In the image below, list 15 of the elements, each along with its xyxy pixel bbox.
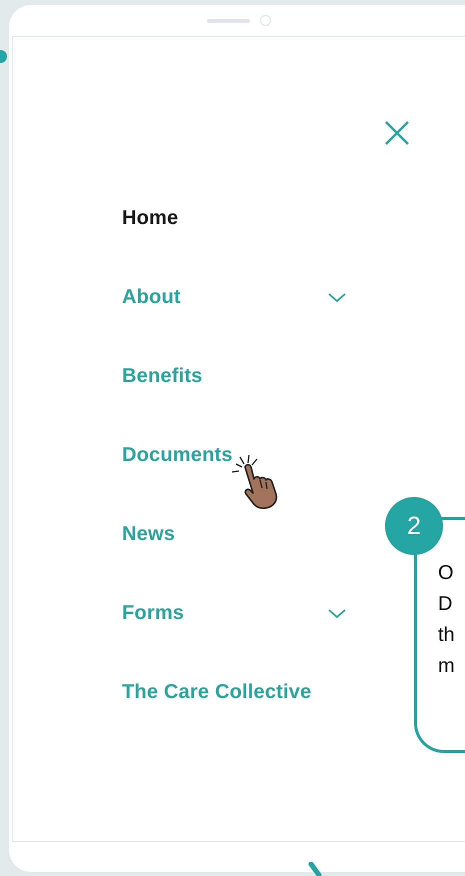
callout-text: O: [438, 561, 455, 586]
menu-link[interactable]: Documents: [122, 444, 233, 467]
menu-link[interactable]: About: [122, 286, 181, 309]
camera-icon: [260, 15, 271, 26]
chevron-down-icon[interactable]: [328, 292, 346, 302]
callout-text: D: [438, 592, 454, 617]
menu-link[interactable]: Home: [122, 207, 178, 230]
menu-link[interactable]: The Care Collective: [122, 681, 312, 704]
close-icon[interactable]: [384, 120, 410, 146]
menu-link[interactable]: Forms: [122, 602, 184, 625]
menu-link[interactable]: Benefits: [122, 365, 203, 388]
chevron-down-icon[interactable]: [328, 608, 346, 618]
callout-text: m: [438, 654, 456, 679]
callout-text: th: [438, 623, 456, 648]
menu-link[interactable]: News: [122, 523, 176, 546]
